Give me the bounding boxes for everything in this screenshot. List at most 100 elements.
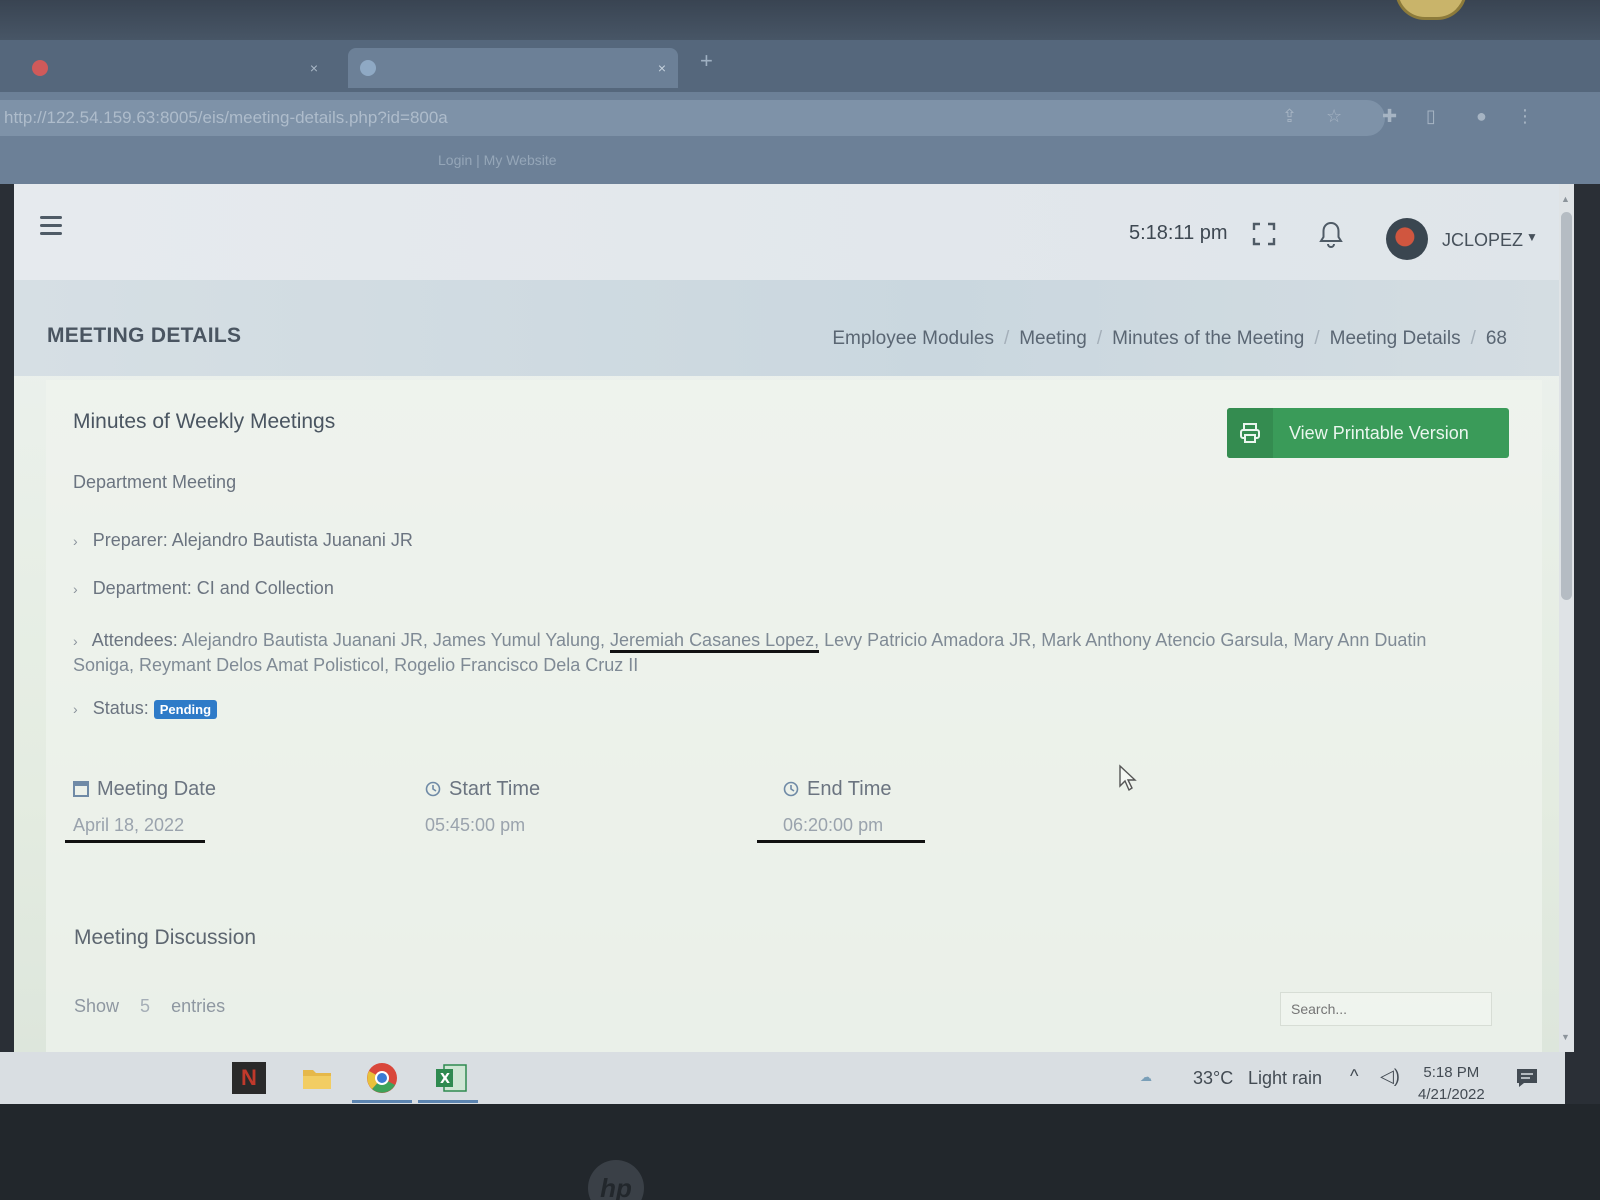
breadcrumb-item-minutes[interactable]: Minutes of the Meeting [1112, 328, 1304, 349]
printer-icon [1240, 423, 1260, 443]
excel-app-icon[interactable]: X [434, 1062, 468, 1094]
breadcrumb-item-meeting-details[interactable]: Meeting Details [1330, 328, 1461, 349]
taskbar-date: 4/21/2022 [1418, 1086, 1485, 1103]
meeting-date-label: Meeting Date [97, 778, 216, 800]
meeting-card: Minutes of Weekly Meetings Department Me… [46, 380, 1542, 1052]
preparer-label: Preparer: [92, 530, 168, 550]
status-row: › Status: Pending [73, 698, 218, 719]
table-search-input[interactable] [1280, 992, 1492, 1026]
entries-select[interactable]: 5 [124, 996, 166, 1017]
netflix-app-icon[interactable]: N [232, 1062, 266, 1094]
chrome-app-icon[interactable] [366, 1062, 400, 1094]
fullscreen-icon[interactable] [1252, 222, 1276, 246]
end-time-column: End Time 06:20:00 pm [757, 778, 925, 843]
star-icon[interactable]: ☆ [1326, 106, 1342, 127]
new-tab-icon[interactable]: + [700, 48, 713, 74]
user-name[interactable]: JCLOPEZ [1442, 230, 1523, 251]
address-bar[interactable]: http://122.54.159.63:8005/eis/meeting-de… [0, 100, 1385, 136]
page-title: MEETING DETAILS [47, 324, 242, 347]
browser-tab-active[interactable]: × [348, 48, 678, 88]
tab-close-icon[interactable]: × [310, 48, 318, 88]
bookmarks-bar: Login | My Website [0, 140, 1600, 184]
breadcrumb-separator: / [1096, 328, 1103, 349]
svg-text:X: X [440, 1072, 450, 1087]
menu-kebab-icon[interactable]: ⋮ [1516, 106, 1534, 127]
notification-center-icon[interactable] [1516, 1068, 1538, 1088]
hamburger-menu-icon[interactable] [40, 216, 62, 240]
chevron-down-icon[interactable]: ▼ [1526, 230, 1538, 244]
department-row: › Department: CI and Collection [73, 578, 334, 599]
scroll-up-icon[interactable]: ▲ [1561, 194, 1570, 204]
bookmark-item[interactable]: Login | My Website [438, 152, 557, 168]
breadcrumb-item-meeting[interactable]: Meeting [1019, 328, 1087, 349]
status-label: Status: [92, 698, 149, 718]
attendees-list-start: Alejandro Bautista Juanani JR, James Yum… [181, 630, 611, 650]
extensions-icon[interactable]: ✚ [1382, 106, 1397, 127]
department-value: CI and Collection [196, 578, 334, 598]
ink-underline [757, 840, 925, 843]
meeting-date-heading: Meeting Date [73, 778, 216, 801]
entries-label: entries [171, 996, 226, 1016]
tab-favicon-icon [360, 60, 376, 76]
breadcrumb-item-employee-modules[interactable]: Employee Modules [832, 328, 994, 349]
end-time-value: 06:20:00 pm [757, 815, 925, 843]
bell-icon[interactable] [1318, 220, 1344, 248]
profile-icon[interactable]: ● [1476, 106, 1487, 127]
meeting-discussion-title: Meeting Discussion [74, 926, 257, 949]
chevron-right-icon: › [73, 533, 78, 549]
taskbar-time: 5:18 PM [1423, 1064, 1480, 1081]
meeting-date-column: Meeting Date April 18, 2022 [65, 778, 216, 843]
end-time-text: 06:20:00 pm [783, 815, 884, 835]
start-time-label: Start Time [449, 778, 541, 800]
show-label: Show [74, 996, 120, 1016]
scrollbar-thumb[interactable] [1561, 212, 1572, 600]
share-icon[interactable]: ⇪ [1282, 106, 1297, 127]
file-explorer-icon[interactable] [300, 1062, 334, 1094]
chrome-active-indicator [352, 1100, 412, 1103]
page-header: MEETING DETAILS Employee Modules / Meeting… [14, 280, 1559, 376]
preparer-value: Alejandro Bautista Juanani JR [171, 530, 413, 550]
attendees-row: › Attendees: Alejandro Bautista Juanani … [73, 628, 1473, 677]
browser-tabstrip: × × [0, 40, 1600, 92]
scroll-down-icon[interactable]: ▼ [1561, 1032, 1570, 1042]
chevron-right-icon: › [73, 633, 78, 649]
breadcrumb: Employee Modules / Meeting / Minutes of the … [832, 328, 1507, 350]
volume-icon[interactable]: ◁) [1380, 1066, 1400, 1087]
meeting-date-text: April 18, 2022 [73, 815, 185, 835]
taskbar-clock[interactable]: 5:18 PM 4/21/2022 [1418, 1062, 1485, 1106]
meeting-date-value: April 18, 2022 [65, 815, 216, 843]
calendar-icon [73, 781, 89, 797]
view-printable-button[interactable]: View Printable Version [1227, 408, 1509, 458]
weather-icon[interactable]: ☁ [1140, 1070, 1152, 1084]
weather-condition[interactable]: Light rain [1248, 1068, 1322, 1089]
page-scrollbar[interactable]: ▲ ▼ [1559, 184, 1574, 1052]
laptop-chassis [0, 1104, 1600, 1200]
breadcrumb-item-current: 68 [1485, 328, 1507, 349]
department-label: Department: [92, 578, 192, 598]
preparer-row: › Preparer: Alejandro Bautista Juanani J… [73, 530, 413, 551]
web-page: 5:18:11 pm JCLOPEZ ▼ MEETING DETAILS Emp… [14, 184, 1574, 1052]
avatar[interactable] [1386, 218, 1428, 260]
header-clock: 5:18:11 pm [1129, 222, 1228, 244]
show-entries-control: Show 5 entries [74, 996, 225, 1017]
print-icon-wrap [1227, 408, 1273, 458]
tray-chevron-up-icon[interactable]: ^ [1350, 1066, 1358, 1087]
start-time-value: 05:45:00 pm [425, 815, 526, 835]
tab-close-icon[interactable]: × [658, 48, 666, 88]
chevron-right-icon: › [73, 701, 78, 717]
start-time-heading: Start Time [425, 778, 540, 801]
browser-toolbar: http://122.54.159.63:8005/eis/meeting-de… [0, 92, 1600, 140]
chevron-right-icon: › [73, 581, 78, 597]
clock-icon [783, 781, 799, 797]
clock-icon [425, 781, 441, 797]
print-button-label: View Printable Version [1289, 423, 1469, 443]
sidepanel-icon[interactable]: ▯ [1426, 106, 1436, 127]
attendee-marked: Jeremiah Casanes Lopez, [610, 630, 820, 653]
app-topbar: 5:18:11 pm JCLOPEZ ▼ [14, 184, 1559, 280]
end-time-heading: End Time [783, 778, 925, 801]
breadcrumb-separator: / [1314, 328, 1320, 349]
attendees-label: Attendees: [91, 630, 178, 650]
start-time-column: Start Time 05:45:00 pm [425, 778, 540, 836]
browser-tab[interactable]: × [20, 48, 330, 88]
weather-temperature[interactable]: 33°C [1193, 1068, 1233, 1089]
